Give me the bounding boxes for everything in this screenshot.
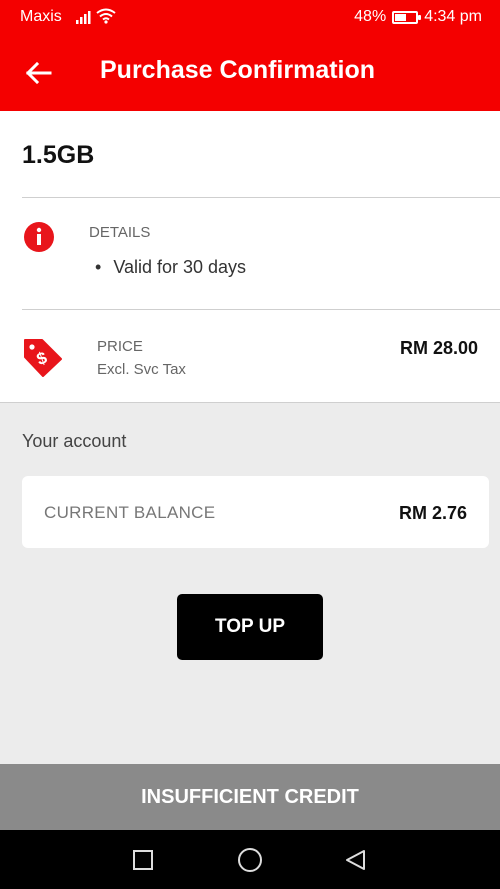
recent-apps-icon[interactable] [130,847,156,873]
system-nav-bar [0,830,500,889]
details-item: • Valid for 30 days [95,257,246,278]
back-nav-icon[interactable] [343,847,369,873]
signal-icon [76,10,94,29]
clock: 4:34 pm [424,8,482,25]
details-label: DETAILS [89,224,151,241]
price-tag-icon: $ [22,337,64,382]
bullet-dot: • [95,257,102,277]
battery-icon [392,10,422,24]
price-label: PRICE [97,338,143,355]
balance-label: CURRENT BALANCE [44,503,216,522]
account-title: Your account [22,431,127,451]
page-title: Purchase Confirmation [100,56,376,84]
status-right: 48% 4:34 pm [354,8,482,26]
purchase-card: 1.5GB DETAILS • Valid for 30 days $ PRIC… [0,111,500,403]
balance-card: CURRENT BALANCE RM 2.76 [22,476,489,548]
divider [0,402,500,403]
divider [22,197,500,198]
status-bar: Maxis 48% 4:34 pm [0,0,500,34]
divider [22,309,500,310]
app-bar: Purchase Confirmation [0,34,500,111]
wifi-icon [96,8,116,29]
top-up-button[interactable]: TOP UP [177,594,323,660]
details-item-text: Valid for 30 days [113,257,247,277]
plan-name: 1.5GB [22,141,95,169]
balance-value: RM 2.76 [398,503,467,523]
carrier-name: Maxis [20,8,62,25]
battery-percent: 48% [354,8,387,25]
insufficient-credit-button[interactable]: INSUFFICIENT CREDIT [0,764,500,830]
arrow-left-icon[interactable] [22,56,56,90]
price-value: RM 28.00 [399,338,478,358]
info-icon [23,221,55,258]
home-icon[interactable] [237,847,263,873]
price-sublabel: Excl. Svc Tax [97,361,186,378]
